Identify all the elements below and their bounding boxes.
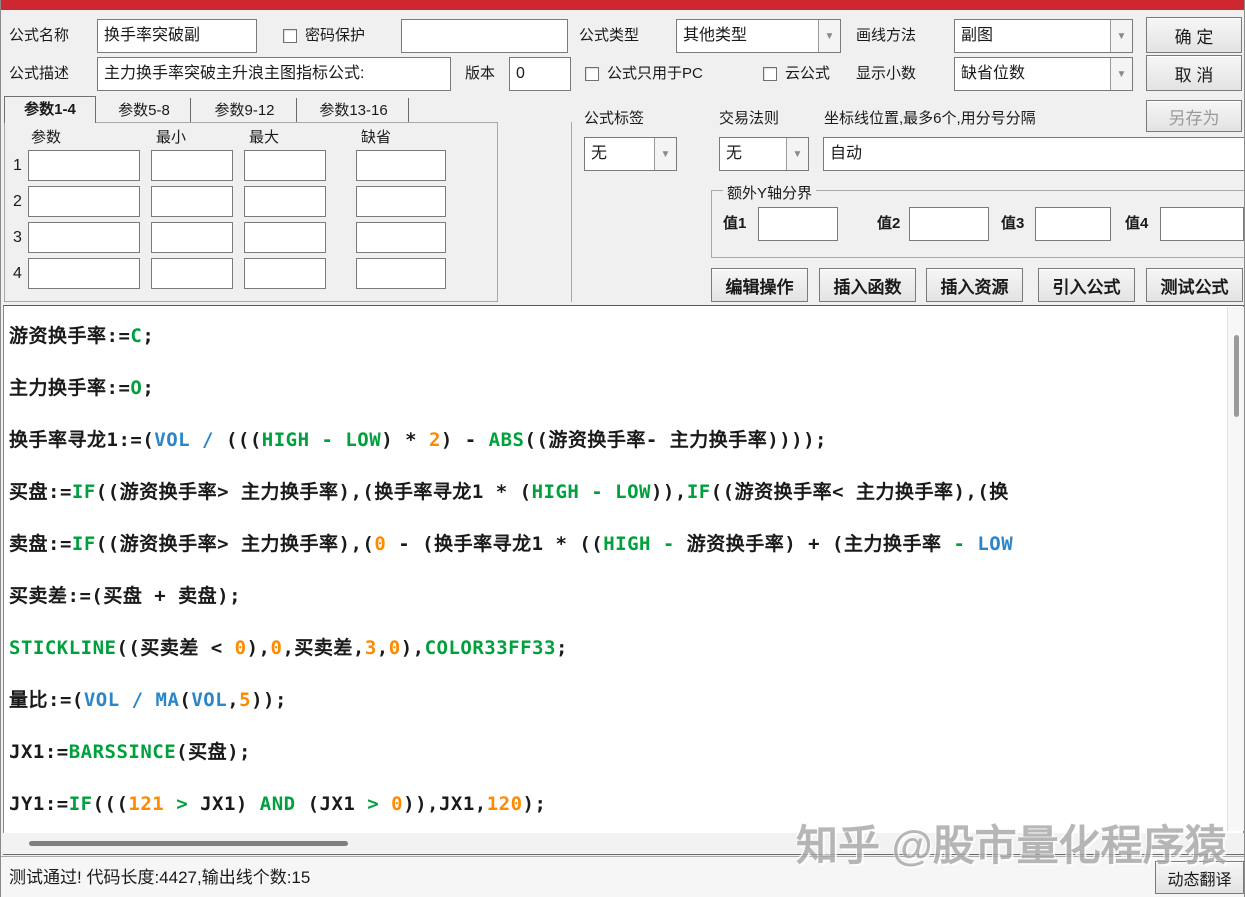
param-input[interactable] xyxy=(244,186,326,217)
param-input[interactable] xyxy=(28,150,140,181)
coord-line-input[interactable]: 自动 xyxy=(823,137,1244,171)
chevron-down-icon[interactable]: ▼ xyxy=(654,138,676,170)
trade-rule-select[interactable]: 无 ▼ xyxy=(719,137,809,171)
value3-label: 值3 xyxy=(1001,215,1025,232)
titlebar[interactable] xyxy=(1,0,1244,10)
formula-desc-label: 公式描述 xyxy=(9,65,70,82)
value4-input[interactable] xyxy=(1160,207,1244,241)
coord-line-label: 坐标线位置,最多6个,用分号分隔 xyxy=(824,110,1036,127)
value2-input[interactable] xyxy=(909,207,989,241)
status-text: 测试通过! 代码长度:4427,输出线个数:15 xyxy=(9,868,311,887)
param-input[interactable] xyxy=(356,258,446,289)
code-editor[interactable]: 游资换手率:=C; 主力换手率:=O; 换手率寻龙1:=(VOL / (((HIGH… xyxy=(3,305,1244,833)
formula-tag-label: 公式标签 xyxy=(584,110,645,127)
draw-method-select[interactable]: 副图 ▼ xyxy=(954,19,1133,53)
param-input[interactable] xyxy=(151,150,233,181)
formula-name-input[interactable]: 换手率突破副 xyxy=(97,19,257,53)
chevron-down-icon[interactable]: ▼ xyxy=(1110,58,1132,90)
draw-method-label: 画线方法 xyxy=(856,27,917,44)
code-line: 量比:=(VOL / MA(VOL,5)); xyxy=(9,689,287,711)
tab-params-1-4[interactable]: 参数1-4 xyxy=(4,96,96,123)
horizontal-scrollbar-thumb[interactable] xyxy=(29,841,348,846)
formula-desc-input[interactable]: 主力换手率突破主升浪主图指标公式: xyxy=(97,57,451,91)
param-row-number: 2 xyxy=(13,193,22,210)
value2-label: 值2 xyxy=(877,215,901,232)
version-input[interactable]: 0 xyxy=(509,57,571,91)
y-axis-group-title: 额外Y轴分界 xyxy=(723,182,817,203)
code-line: JY1:=IF(((121 > JX1) AND (JX1 > 0)),JX1,… xyxy=(9,793,547,815)
formula-type-value: 其他类型 xyxy=(683,27,748,44)
password-protect-checkbox[interactable] xyxy=(283,29,297,43)
ok-button[interactable]: 确 定 xyxy=(1146,17,1242,53)
code-line: 主力换手率:=O; xyxy=(9,377,155,399)
value4-label: 值4 xyxy=(1125,215,1149,232)
test-formula-button[interactable]: 测试公式 xyxy=(1146,268,1243,302)
formula-type-label: 公式类型 xyxy=(579,27,640,44)
trade-rule-label: 交易法则 xyxy=(719,110,780,127)
formula-tag-value: 无 xyxy=(591,145,608,162)
param-input[interactable] xyxy=(356,150,446,181)
insert-resource-button[interactable]: 插入资源 xyxy=(926,268,1023,302)
code-line: 换手率寻龙1:=(VOL / (((HIGH - LOW) * 2) - ABS… xyxy=(9,429,827,451)
formula-type-select[interactable]: 其他类型 ▼ xyxy=(676,19,841,53)
password-input[interactable] xyxy=(401,19,568,53)
param-row-number: 4 xyxy=(13,265,22,282)
trade-rule-value: 无 xyxy=(726,145,743,162)
vertical-scrollbar-thumb[interactable] xyxy=(1234,335,1239,417)
dynamic-translate-button[interactable]: 动态翻译 xyxy=(1155,861,1244,894)
param-input[interactable] xyxy=(28,222,140,253)
param-input[interactable] xyxy=(28,186,140,217)
param-input[interactable] xyxy=(28,258,140,289)
pc-only-checkbox[interactable] xyxy=(585,67,599,81)
param-header-max: 最大 xyxy=(249,129,280,146)
param-header-default: 缺省 xyxy=(361,129,392,146)
chevron-down-icon[interactable]: ▼ xyxy=(1110,20,1132,52)
tab-params-5-8[interactable]: 参数5-8 xyxy=(98,98,191,123)
decimal-label: 显示小数 xyxy=(856,65,917,82)
decimal-select[interactable]: 缺省位数 ▼ xyxy=(954,57,1133,91)
formula-editor-dialog: 公式名称 换手率突破副 密码保护 公式类型 其他类型 ▼ 画线方法 副图 ▼ 确… xyxy=(0,0,1245,897)
import-formula-button[interactable]: 引入公式 xyxy=(1038,268,1135,302)
panel-divider xyxy=(571,122,572,302)
code-line: STICKLINE((买卖差 < 0),0,买卖差,3,0),COLOR33FF… xyxy=(9,637,568,659)
param-input[interactable] xyxy=(356,186,446,217)
value1-input[interactable] xyxy=(758,207,838,241)
param-row-number: 1 xyxy=(13,157,22,174)
code-line: 游资换手率:=C; xyxy=(9,325,155,347)
cancel-button[interactable]: 取 消 xyxy=(1146,55,1242,91)
formula-tag-select[interactable]: 无 ▼ xyxy=(584,137,677,171)
code-line: JX1:=BARSSINCE(买盘); xyxy=(9,741,251,763)
password-protect-label: 密码保护 xyxy=(305,27,366,44)
tab-params-9-12[interactable]: 参数9-12 xyxy=(193,98,297,123)
cloud-formula-label: 云公式 xyxy=(785,65,831,82)
edit-operations-button[interactable]: 编辑操作 xyxy=(711,268,808,302)
save-as-button[interactable]: 另存为 xyxy=(1146,100,1242,132)
param-input[interactable] xyxy=(244,258,326,289)
value1-label: 值1 xyxy=(723,215,747,232)
insert-function-button[interactable]: 插入函数 xyxy=(819,268,916,302)
param-input[interactable] xyxy=(244,150,326,181)
pc-only-label: 公式只用于PC xyxy=(607,65,703,82)
code-line: 卖盘:=IF((游资换手率> 主力换手率),(0 - (换手率寻龙1 * ((H… xyxy=(9,533,1014,555)
formula-name-label: 公式名称 xyxy=(9,27,70,44)
decimal-value: 缺省位数 xyxy=(961,65,1026,82)
param-input[interactable] xyxy=(244,222,326,253)
value3-input[interactable] xyxy=(1035,207,1111,241)
version-label: 版本 xyxy=(465,65,496,82)
code-line: 买盘:=IF((游资换手率> 主力换手率),(换手率寻龙1 * (HIGH - … xyxy=(9,481,1009,503)
param-input[interactable] xyxy=(151,186,233,217)
draw-method-value: 副图 xyxy=(961,27,994,44)
param-input[interactable] xyxy=(356,222,446,253)
tab-params-13-16[interactable]: 参数13-16 xyxy=(299,98,409,123)
chevron-down-icon[interactable]: ▼ xyxy=(786,138,808,170)
chevron-down-icon[interactable]: ▼ xyxy=(818,20,840,52)
param-header-name: 参数 xyxy=(31,129,62,146)
param-input[interactable] xyxy=(151,222,233,253)
cloud-formula-checkbox[interactable] xyxy=(763,67,777,81)
param-header-min: 最小 xyxy=(156,129,187,146)
param-input[interactable] xyxy=(151,258,233,289)
code-line: 买卖差:=(买盘 + 卖盘); xyxy=(9,585,242,607)
param-row-number: 3 xyxy=(13,229,22,246)
